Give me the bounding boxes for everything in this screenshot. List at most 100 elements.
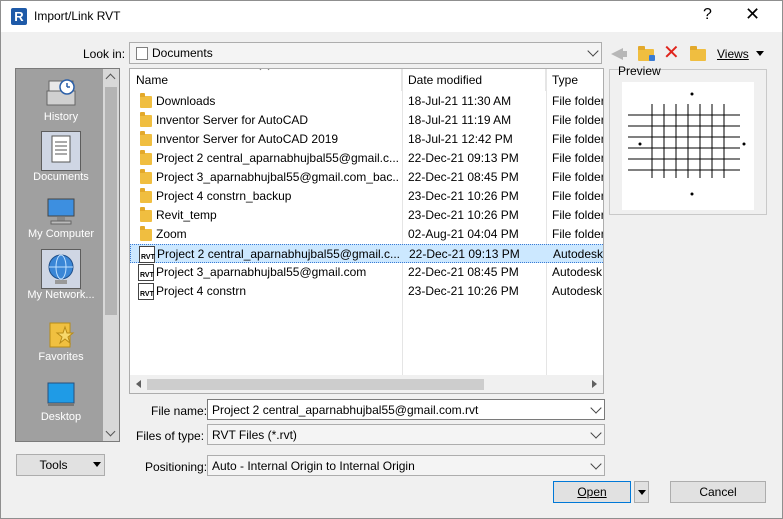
folder-icon [140, 188, 152, 203]
scroll-thumb[interactable] [147, 379, 484, 390]
close-button[interactable]: ✕ [745, 4, 760, 25]
documents-icon [41, 131, 81, 171]
preview-panel [609, 69, 767, 215]
scroll-up-icon[interactable] [105, 73, 116, 84]
file-name-cell: Project 4 constrn [156, 284, 247, 298]
place-label: Favorites [38, 351, 84, 363]
chevron-down-icon[interactable] [590, 401, 602, 414]
file-name-cell: Inventor Server for AutoCAD [156, 113, 309, 127]
title-bar: R Import/Link RVT ? ✕ [1, 1, 782, 32]
chevron-down-icon [590, 457, 602, 470]
folder-row[interactable]: Project 3_aparnabhujbal55@gmail.com_bac.… [130, 168, 604, 187]
place-label: History [43, 111, 79, 123]
column-header-type[interactable]: Type [546, 69, 603, 91]
place-my-network[interactable]: My Network... [16, 249, 106, 301]
scroll-left-icon[interactable] [136, 380, 141, 388]
file-row[interactable]: RVT Project 2 central_aparnabhujbal55@gma… [130, 244, 603, 263]
views-menu-button[interactable]: Views [717, 47, 749, 61]
rvt-icon-label: RVT [141, 254, 155, 261]
place-desktop[interactable]: Desktop [16, 377, 106, 423]
folder-icon [140, 93, 152, 108]
tools-button[interactable]: Tools [16, 454, 105, 476]
file-name-cell: Project 2 central_aparnabhujbal55@gmail.… [157, 247, 400, 261]
network-icon [41, 249, 81, 289]
desktop-icon [45, 377, 77, 411]
folder-icon [140, 150, 152, 165]
type-cell: File folder [552, 227, 604, 241]
folder-row[interactable]: Project 2 central_aparnabhujbal55@gmail.… [130, 149, 603, 168]
open-dropdown-arrow-icon [638, 490, 646, 495]
places-scrollbar[interactable] [103, 69, 119, 441]
history-icon [45, 77, 77, 111]
views-dropdown-arrow-icon[interactable] [756, 51, 764, 56]
up-folder-button[interactable] [637, 43, 657, 63]
type-cell: File folder [552, 208, 604, 222]
rvt-icon-label: RVT [140, 291, 154, 298]
computer-icon [45, 194, 77, 228]
new-folder-button[interactable] [689, 43, 709, 63]
date-modified-cell: 23-Dec-21 10:26 PM [408, 189, 519, 203]
file-name-cell: Downloads [156, 94, 216, 108]
scroll-right-icon[interactable] [592, 380, 597, 388]
date-modified-cell: 23-Dec-21 10:26 PM [408, 208, 519, 222]
sort-ascending-icon [259, 69, 270, 75]
scroll-thumb[interactable] [105, 87, 117, 315]
place-label: My Computer [27, 228, 95, 240]
folder-row[interactable]: Project 4 constrn_backup 23-Dec-21 10:26 … [130, 187, 604, 206]
cancel-button[interactable]: Cancel [670, 481, 766, 503]
positioning-value: Auto - Internal Origin to Internal Origi… [212, 459, 415, 473]
chevron-down-icon [587, 45, 599, 57]
date-modified-cell: 22-Dec-21 09:13 PM [409, 247, 520, 261]
date-modified-cell: 02-Aug-21 04:04 PM [408, 227, 519, 241]
views-label: Views [717, 47, 749, 61]
delete-icon[interactable]: ✕ [663, 43, 683, 63]
positioning-dropdown[interactable]: Auto - Internal Origin to Internal Origi… [207, 455, 605, 476]
import-link-rvt-dialog: R Import/Link RVT ? ✕ Look in: Documents… [0, 0, 783, 519]
folder-row[interactable]: Zoom 02-Aug-21 04:04 PM File folder [130, 225, 604, 244]
type-cell: File folder [552, 189, 604, 203]
place-history[interactable]: History [16, 77, 106, 123]
file-name-input[interactable]: Project 2 central_aparnabhujbal55@gmail.… [207, 399, 605, 420]
documents-folder-icon [136, 47, 148, 60]
place-favorites[interactable]: Favorites [16, 317, 106, 363]
folder-row[interactable]: Inventor Server for AutoCAD 18-Jul-21 11:… [130, 111, 603, 130]
date-modified-cell: 22-Dec-21 09:13 PM [408, 151, 519, 165]
column-header-date-modified[interactable]: Date modified [402, 69, 546, 91]
chevron-down-icon [590, 426, 602, 439]
place-label: Desktop [40, 411, 82, 423]
rvt-file-icon: RVT [138, 283, 154, 300]
rvt-file-icon: RVT [138, 264, 154, 281]
tools-label: Tools [39, 458, 68, 472]
places-bar: History Documents My Computer My Network… [15, 68, 120, 442]
help-button[interactable]: ? [703, 6, 712, 24]
place-label: My Network... [27, 289, 95, 301]
file-row[interactable]: RVT Project 3_aparnabhujbal55@gmail.com 22… [130, 263, 603, 282]
horizontal-scrollbar[interactable] [130, 375, 603, 393]
open-label: Open [577, 485, 607, 499]
file-name-value: Project 2 central_aparnabhujbal55@gmail.… [212, 403, 479, 417]
type-cell: Autodesk [552, 265, 603, 279]
place-documents[interactable]: Documents [16, 131, 106, 183]
open-options-button[interactable] [634, 481, 649, 503]
place-label: Documents [33, 171, 89, 183]
files-of-type-value: RVT Files (*.rvt) [212, 428, 297, 442]
place-my-computer[interactable]: My Computer [16, 194, 106, 240]
rvt-file-icon: RVT [139, 246, 155, 263]
look-in-label: Look in: [83, 47, 126, 61]
look-in-dropdown[interactable]: Documents [129, 42, 602, 64]
files-of-type-dropdown[interactable]: RVT Files (*.rvt) [207, 424, 605, 445]
type-cell: File folder [552, 170, 604, 184]
folder-row[interactable]: Revit_temp 23-Dec-21 10:26 PM File folder [130, 206, 604, 225]
file-row[interactable]: RVT Project 4 constrn 23-Dec-21 10:26 PM Au… [130, 282, 603, 301]
date-modified-cell: 18-Jul-21 11:30 AM [408, 94, 512, 108]
date-modified-cell: 22-Dec-21 08:45 PM [408, 265, 519, 279]
revit-app-icon: R [11, 8, 27, 25]
rvt-icon-label: RVT [140, 272, 154, 279]
folder-row[interactable]: Inventor Server for AutoCAD 2019 18-Jul-2… [130, 130, 603, 149]
new-folder-icon [690, 46, 706, 61]
column-header-name[interactable]: Name [130, 69, 402, 91]
folder-row[interactable]: Downloads 18-Jul-21 11:30 AM File folder [130, 92, 603, 111]
back-arrow-icon[interactable] [611, 48, 627, 60]
open-button[interactable]: Open [553, 481, 631, 503]
scroll-down-icon[interactable] [105, 426, 116, 437]
